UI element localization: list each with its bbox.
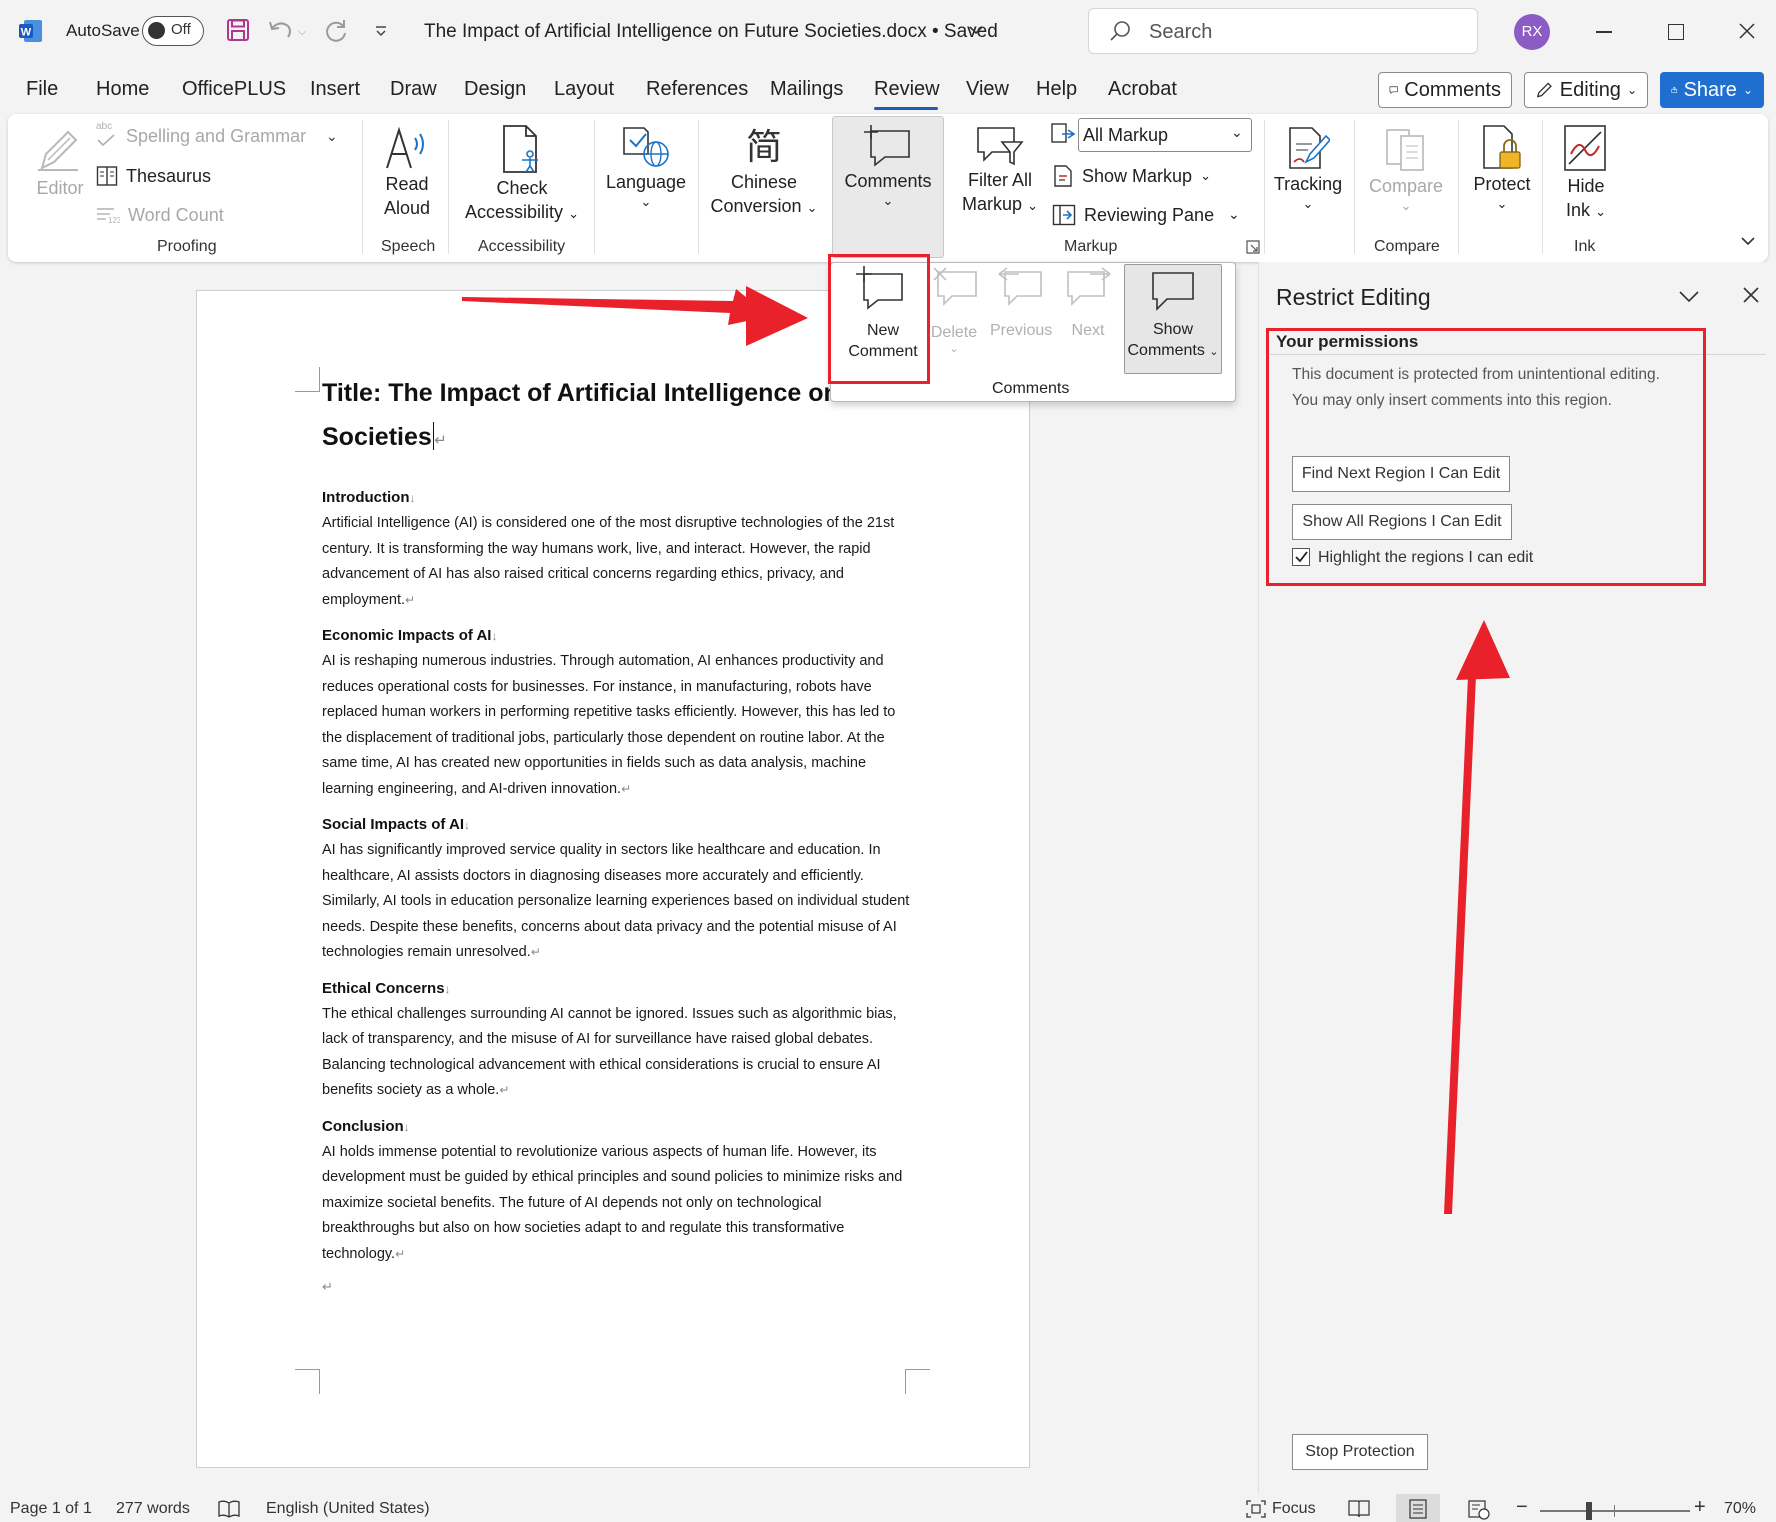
arrow-to-new-comment-head bbox=[746, 286, 808, 346]
print-layout-icon bbox=[1409, 1499, 1427, 1519]
page-count[interactable]: Page 1 of 1 bbox=[10, 1500, 92, 1518]
focus-label[interactable]: Focus bbox=[1272, 1500, 1316, 1518]
arrow-to-permissions-head bbox=[1456, 620, 1510, 680]
web-layout-icon[interactable] bbox=[1468, 1500, 1490, 1520]
print-layout-button[interactable] bbox=[1396, 1494, 1440, 1522]
zoom-slider-thumb[interactable] bbox=[1586, 1502, 1592, 1520]
arrow-to-permissions bbox=[1444, 676, 1476, 1214]
zoom-in-button[interactable]: + bbox=[1694, 1496, 1706, 1519]
word-count-status[interactable]: 277 words bbox=[116, 1500, 190, 1518]
zoom-level[interactable]: 70% bbox=[1724, 1500, 1756, 1518]
focus-icon[interactable] bbox=[1246, 1500, 1266, 1518]
arrow-to-new-comment bbox=[462, 289, 780, 325]
proofing-book-icon[interactable] bbox=[218, 1500, 240, 1518]
zoom-slider[interactable] bbox=[1540, 1502, 1690, 1520]
annotation-arrows bbox=[462, 286, 1510, 1214]
zoom-out-button[interactable]: − bbox=[1516, 1496, 1528, 1519]
zoom-slider-center-tick bbox=[1614, 1505, 1615, 1517]
read-mode-icon[interactable] bbox=[1348, 1500, 1370, 1518]
language-status[interactable]: English (United States) bbox=[266, 1500, 430, 1518]
